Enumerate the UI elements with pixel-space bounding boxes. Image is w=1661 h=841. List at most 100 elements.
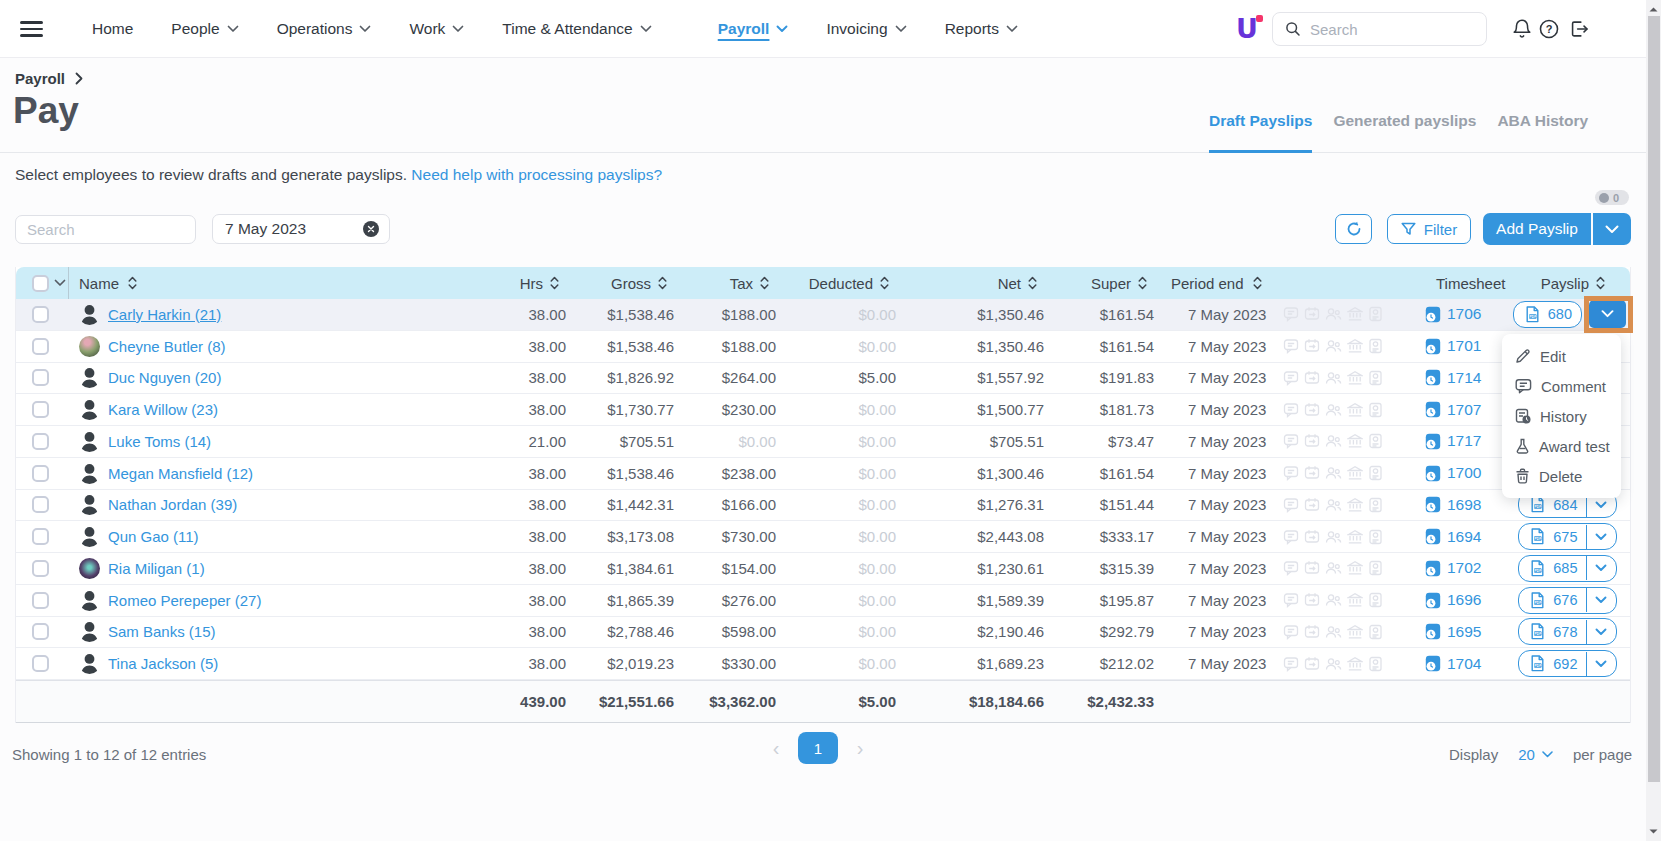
tab-generated-payslips[interactable]: Generated payslips — [1333, 112, 1476, 153]
shift-icon[interactable] — [1304, 465, 1320, 481]
shift-icon[interactable] — [1304, 497, 1320, 513]
menu-icon[interactable] — [20, 21, 43, 37]
comment-icon[interactable] — [1283, 497, 1299, 513]
employee-name-link[interactable]: Romeo Perepeper (27) — [108, 592, 261, 609]
comment-icon[interactable] — [1283, 402, 1299, 418]
row-checkbox[interactable] — [32, 338, 49, 355]
bank-icon[interactable] — [1347, 560, 1363, 576]
people-icon[interactable] — [1325, 497, 1342, 513]
people-icon[interactable] — [1325, 465, 1342, 481]
shift-icon[interactable] — [1304, 338, 1320, 354]
vertical-scrollbar[interactable] — [1646, 0, 1661, 841]
people-icon[interactable] — [1325, 402, 1342, 418]
timesheet-link[interactable]: 1717 — [1447, 432, 1481, 450]
people-icon[interactable] — [1325, 306, 1342, 322]
employee-name-link[interactable]: Duc Nguyen (20) — [108, 369, 221, 386]
column-header-deducted[interactable]: Deducted — [776, 275, 896, 292]
timesheet-link[interactable]: 1698 — [1447, 496, 1481, 514]
timesheet-link[interactable]: 1701 — [1447, 337, 1481, 355]
employee-name-link[interactable]: Qun Gao (11) — [108, 528, 199, 545]
invoice-icon[interactable] — [1368, 560, 1383, 576]
bank-icon[interactable] — [1347, 497, 1363, 513]
payslip-actions-toggle[interactable] — [1595, 564, 1607, 572]
table-search-input[interactable]: Search — [15, 215, 196, 244]
add-payslip-dropdown-button[interactable] — [1593, 213, 1631, 245]
bank-icon[interactable] — [1347, 370, 1363, 386]
timesheet-link[interactable]: 1694 — [1447, 528, 1481, 546]
comment-icon[interactable] — [1283, 592, 1299, 608]
column-header-super[interactable]: Super — [1044, 275, 1154, 292]
sort-icon[interactable] — [657, 275, 668, 291]
bank-icon[interactable] — [1347, 465, 1363, 481]
timesheet-link[interactable]: 1700 — [1447, 464, 1481, 482]
shift-icon[interactable] — [1304, 560, 1320, 576]
bank-icon[interactable] — [1347, 338, 1363, 354]
brand-logo[interactable]: U — [1236, 14, 1262, 44]
sort-icon[interactable] — [1027, 275, 1038, 291]
column-header-period[interactable]: Period end — [1154, 275, 1274, 292]
scrollbar-thumb[interactable] — [1648, 16, 1660, 782]
payslip-actions-toggle[interactable] — [1595, 501, 1607, 509]
payslip-button[interactable]: PDF692 — [1518, 650, 1617, 677]
people-icon[interactable] — [1325, 560, 1342, 576]
filter-button[interactable]: Filter — [1387, 214, 1471, 244]
shift-icon[interactable] — [1304, 433, 1320, 449]
employee-name-link[interactable]: Tina Jackson (5) — [108, 655, 218, 672]
timesheet-link[interactable]: 1707 — [1447, 401, 1481, 419]
page-1-button[interactable]: 1 — [798, 732, 838, 764]
payslip-button[interactable]: PDF685 — [1518, 555, 1617, 582]
logout-icon[interactable] — [1568, 18, 1590, 40]
nav-item-invoicing[interactable]: Invoicing — [826, 20, 906, 38]
employee-name-link[interactable]: Kara Willow (23) — [108, 401, 218, 418]
menu-item-history[interactable]: History — [1502, 401, 1621, 431]
shift-icon[interactable] — [1304, 624, 1320, 640]
payslip-button[interactable]: PDF675 — [1518, 523, 1617, 550]
timesheet-link[interactable]: 1704 — [1447, 655, 1481, 673]
row-checkbox[interactable] — [32, 560, 49, 577]
bank-icon[interactable] — [1347, 433, 1363, 449]
row-checkbox[interactable] — [32, 496, 49, 513]
payslip-actions-toggle[interactable] — [1595, 660, 1607, 668]
bank-icon[interactable] — [1347, 592, 1363, 608]
row-checkbox[interactable] — [32, 655, 49, 672]
date-filter-input[interactable]: 7 May 2023 — [212, 214, 390, 244]
row-checkbox[interactable] — [32, 369, 49, 386]
people-icon[interactable] — [1325, 338, 1342, 354]
invoice-icon[interactable] — [1368, 306, 1383, 322]
invoice-icon[interactable] — [1368, 656, 1383, 672]
employee-name-link[interactable]: Sam Banks (15) — [108, 623, 216, 640]
column-header-name[interactable]: Name — [69, 275, 484, 292]
row-checkbox[interactable] — [32, 528, 49, 545]
bank-icon[interactable] — [1347, 624, 1363, 640]
breadcrumb-payroll[interactable]: Payroll — [15, 70, 65, 87]
people-icon[interactable] — [1325, 433, 1342, 449]
row-checkbox[interactable] — [32, 306, 49, 323]
comment-icon[interactable] — [1283, 306, 1299, 322]
shift-icon[interactable] — [1304, 370, 1320, 386]
tab-aba-history[interactable]: ABA History — [1497, 112, 1588, 153]
sort-icon[interactable] — [879, 275, 890, 291]
timesheet-link[interactable]: 1702 — [1447, 559, 1481, 577]
menu-item-award-test[interactable]: Award test — [1502, 431, 1621, 461]
row-checkbox[interactable] — [32, 592, 49, 609]
employee-name-link[interactable]: Cheyne Butler (8) — [108, 338, 226, 355]
comment-icon[interactable] — [1283, 560, 1299, 576]
shift-icon[interactable] — [1304, 592, 1320, 608]
comment-icon[interactable] — [1283, 433, 1299, 449]
bank-icon[interactable] — [1347, 402, 1363, 418]
row-checkbox[interactable] — [32, 433, 49, 450]
scroll-down-icon[interactable] — [1649, 827, 1658, 836]
nav-item-reports[interactable]: Reports — [945, 20, 1018, 38]
comment-icon[interactable] — [1283, 338, 1299, 354]
help-link[interactable]: Need help with processing payslips? — [411, 166, 662, 183]
employee-name-link[interactable]: Ria Miligan (1) — [108, 560, 205, 577]
column-header-hrs[interactable]: Hrs — [484, 275, 566, 292]
scroll-up-icon[interactable] — [1649, 5, 1658, 14]
sort-icon[interactable] — [549, 275, 560, 291]
nav-item-work[interactable]: Work — [409, 20, 464, 38]
row-checkbox[interactable] — [32, 623, 49, 640]
payslip-button[interactable]: PDF680 — [1513, 301, 1582, 328]
invoice-icon[interactable] — [1368, 433, 1383, 449]
nav-item-people[interactable]: People — [171, 20, 238, 38]
people-icon[interactable] — [1325, 656, 1342, 672]
